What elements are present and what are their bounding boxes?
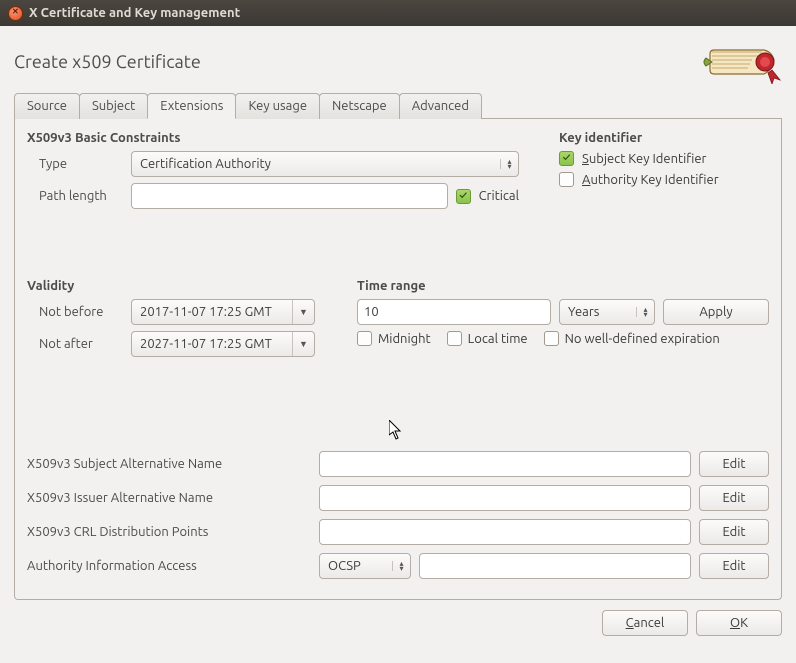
type-select[interactable]: Certification Authority ▴▾ [131, 151, 519, 177]
type-label: Type [27, 157, 123, 171]
not-after-input[interactable]: 2027-11-07 17:25 GMT ▼ [131, 331, 315, 357]
apply-button[interactable]: Apply [663, 299, 769, 325]
dialog-body: Create x509 Certificate Source Subject E… [0, 26, 796, 646]
tab-subject[interactable]: Subject [79, 93, 148, 119]
authority-key-id-label: Authority Key Identifier [582, 173, 719, 187]
ok-button[interactable]: OK [696, 610, 782, 636]
ian-label: X509v3 Issuer Alternative Name [27, 491, 311, 505]
basic-constraints-heading: X509v3 Basic Constraints [27, 131, 519, 145]
localtime-label: Local time [468, 332, 528, 346]
window-title: X Certificate and Key management [29, 6, 240, 20]
midnight-checkbox[interactable] [357, 331, 372, 346]
type-value: Certification Authority [140, 157, 271, 171]
time-range-unit-select[interactable]: Years ▴▾ [559, 299, 655, 325]
validity-heading: Validity [27, 279, 337, 293]
crl-edit-button[interactable]: Edit [699, 519, 769, 545]
pathlen-label: Path length [27, 189, 123, 203]
aia-method-select[interactable]: OCSP ▴▾ [319, 553, 411, 579]
critical-checkbox[interactable] [456, 189, 471, 204]
san-edit-button[interactable]: Edit [699, 451, 769, 477]
aia-edit-button[interactable]: Edit [699, 553, 769, 579]
tab-source[interactable]: Source [14, 93, 80, 119]
close-icon[interactable] [8, 6, 23, 21]
crl-label: X509v3 CRL Distribution Points [27, 525, 311, 539]
time-range-unit-value: Years [568, 305, 599, 319]
aia-input[interactable] [419, 553, 691, 579]
authority-key-id-checkbox[interactable] [559, 172, 574, 187]
chevron-down-icon[interactable]: ▼ [292, 300, 314, 324]
pathlen-input[interactable] [131, 183, 448, 209]
ian-edit-button[interactable]: Edit [699, 485, 769, 511]
crl-input[interactable] [319, 519, 691, 545]
san-label: X509v3 Subject Alternative Name [27, 457, 311, 471]
time-range-heading: Time range [357, 279, 769, 293]
key-identifier-heading: Key identifier [559, 131, 769, 145]
chevron-updown-icon: ▴▾ [392, 561, 404, 571]
nowell-checkbox[interactable] [544, 331, 559, 346]
tab-keyusage[interactable]: Key usage [235, 93, 320, 119]
subject-key-id-label: Subject Key Identifier [582, 152, 707, 166]
certificate-icon [702, 40, 782, 84]
tab-advanced[interactable]: Advanced [399, 93, 482, 119]
not-after-value: 2027-11-07 17:25 GMT [132, 332, 292, 356]
cancel-button[interactable]: Cancel [602, 610, 688, 636]
san-input[interactable] [319, 451, 691, 477]
not-before-label: Not before [27, 305, 123, 319]
chevron-updown-icon: ▴▾ [636, 307, 648, 317]
aia-method-value: OCSP [328, 559, 361, 573]
not-after-label: Not after [27, 337, 123, 351]
time-range-value-input[interactable] [357, 299, 551, 325]
nowell-label: No well-defined expiration [565, 332, 720, 346]
tab-bar: Source Subject Extensions Key usage Nets… [14, 92, 782, 119]
midnight-label: Midnight [378, 332, 431, 346]
titlebar: X Certificate and Key management [0, 0, 796, 26]
page-title: Create x509 Certificate [14, 52, 201, 72]
tab-netscape[interactable]: Netscape [319, 93, 400, 119]
tab-extensions[interactable]: Extensions [147, 93, 236, 119]
subject-key-id-checkbox[interactable] [559, 151, 574, 166]
chevron-updown-icon: ▴▾ [500, 159, 512, 169]
ian-input[interactable] [319, 485, 691, 511]
not-before-input[interactable]: 2017-11-07 17:25 GMT ▼ [131, 299, 315, 325]
critical-label: Critical [479, 189, 519, 203]
tab-panel-extensions: X509v3 Basic Constraints Type Certificat… [14, 119, 782, 600]
localtime-checkbox[interactable] [447, 331, 462, 346]
chevron-down-icon[interactable]: ▼ [292, 332, 314, 356]
aia-label: Authority Information Access [27, 559, 311, 573]
not-before-value: 2017-11-07 17:25 GMT [132, 300, 292, 324]
